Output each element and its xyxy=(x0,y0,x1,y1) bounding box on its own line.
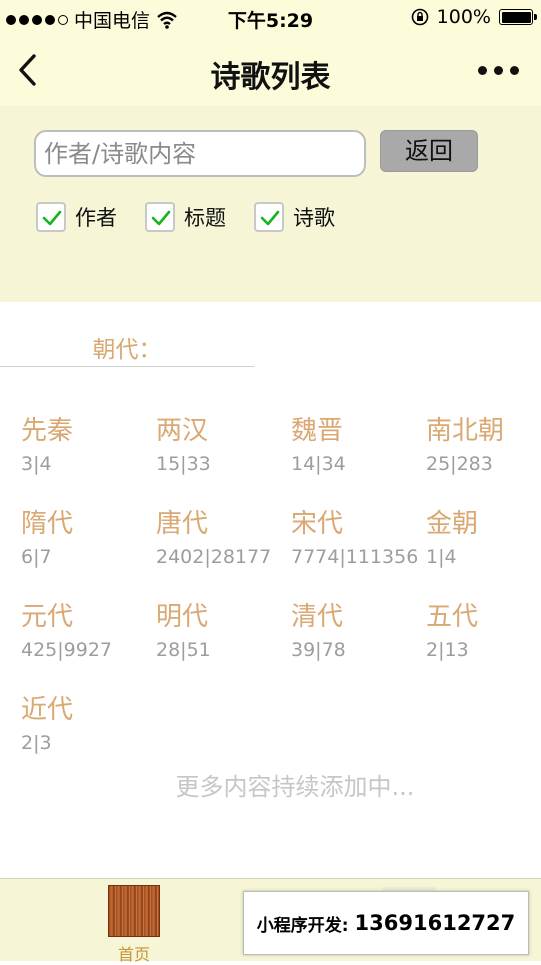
dynasty-count: 14|34 xyxy=(291,453,346,475)
dynasty-name: 五代 xyxy=(426,602,479,632)
dynasty-name: 明代 xyxy=(156,602,209,632)
dynasty-name: 金朝 xyxy=(426,509,479,539)
status-bar: 中国电信 下午5:29 100% xyxy=(0,0,541,36)
dynasty-count: 3|4 xyxy=(21,453,52,475)
dynasty-count: 28|51 xyxy=(156,639,211,661)
filter-title[interactable]: 标题 xyxy=(145,202,226,232)
return-button[interactable]: 返回 xyxy=(380,130,478,172)
dynasty-heading: 朝代： xyxy=(0,330,254,367)
status-right: 100% xyxy=(411,6,537,28)
more-content-note: 更多内容持续添加中... xyxy=(175,773,415,801)
dynasty-item[interactable]: 南北朝 25|283 xyxy=(426,410,541,475)
dynasty-count: 425|9927 xyxy=(21,639,113,661)
search-input[interactable] xyxy=(34,130,366,177)
dynasty-name: 两汉 xyxy=(156,416,209,446)
checkbox-poem[interactable] xyxy=(254,202,284,232)
dynasty-item[interactable]: 五代 2|13 xyxy=(426,596,541,661)
checkbox-author[interactable] xyxy=(36,202,66,232)
developer-banner: 小程序开发: 13691612727 xyxy=(243,891,529,955)
dynasty-name: 南北朝 xyxy=(426,416,505,446)
search-filters: 作者 标题 诗歌 xyxy=(36,202,363,232)
rotation-lock-icon xyxy=(411,8,428,26)
checkmark-icon xyxy=(151,210,171,226)
dynasty-item[interactable]: 两汉 15|33 xyxy=(156,410,291,475)
tab-home-label: 首页 xyxy=(117,945,150,964)
page-title: 诗歌列表 xyxy=(210,60,331,95)
more-options-icon[interactable] xyxy=(478,66,519,75)
filter-label: 作者 xyxy=(75,206,117,230)
dynasty-item[interactable]: 元代 425|9927 xyxy=(21,596,156,661)
dynasty-count: 15|33 xyxy=(156,453,211,475)
dynasty-item[interactable]: 金朝 1|4 xyxy=(426,503,541,568)
dynasty-name: 宋代 xyxy=(291,509,344,539)
search-panel: 返回 作者 标题 诗歌 xyxy=(0,106,541,302)
battery-icon xyxy=(499,9,537,25)
filter-label: 诗歌 xyxy=(293,206,335,230)
filter-poem[interactable]: 诗歌 xyxy=(254,202,335,232)
dynasty-count: 2|3 xyxy=(21,732,52,754)
tab-home[interactable]: 首页 xyxy=(92,885,176,965)
dynasty-count: 1|4 xyxy=(426,546,457,568)
dynasty-count: 25|283 xyxy=(426,453,493,475)
dynasty-name: 清代 xyxy=(291,602,344,632)
dynasty-item[interactable]: 明代 28|51 xyxy=(156,596,291,661)
dynasty-item[interactable]: 唐代 2402|28177 xyxy=(156,503,291,568)
dynasty-item[interactable]: 先秦 3|4 xyxy=(21,410,156,475)
dynasty-count: 39|78 xyxy=(291,639,346,661)
dynasty-count: 2402|28177 xyxy=(156,546,272,568)
dynasty-count: 2|13 xyxy=(426,639,469,661)
home-tab-image xyxy=(108,885,160,937)
checkmark-icon xyxy=(260,210,280,226)
checkbox-title[interactable] xyxy=(145,202,175,232)
filter-author[interactable]: 作者 xyxy=(36,202,117,232)
dynasty-name: 隋代 xyxy=(21,509,74,539)
dynasty-name: 近代 xyxy=(21,695,74,725)
dynasty-item[interactable]: 隋代 6|7 xyxy=(21,503,156,568)
dynasty-item[interactable]: 宋代 7774|111356 xyxy=(291,503,426,568)
dynasty-item[interactable]: 近代 2|3 xyxy=(21,689,156,754)
dynasty-count: 6|7 xyxy=(21,546,52,568)
nav-bar: 诗歌列表 xyxy=(0,36,541,106)
dynasty-item[interactable]: 清代 39|78 xyxy=(291,596,426,661)
dynasty-name: 唐代 xyxy=(156,509,209,539)
banner-phone: 13691612727 xyxy=(354,911,516,935)
banner-prefix: 小程序开发: xyxy=(256,915,349,936)
dynasty-name: 先秦 xyxy=(21,416,74,446)
checkmark-icon xyxy=(42,210,62,226)
filter-label: 标题 xyxy=(184,206,226,230)
dynasty-name: 元代 xyxy=(21,602,74,632)
dynasty-item[interactable]: 魏晋 14|34 xyxy=(291,410,426,475)
dynasty-name: 魏晋 xyxy=(291,416,344,446)
dynasty-count: 7774|111356 xyxy=(291,546,419,568)
battery-percent: 100% xyxy=(436,6,491,28)
